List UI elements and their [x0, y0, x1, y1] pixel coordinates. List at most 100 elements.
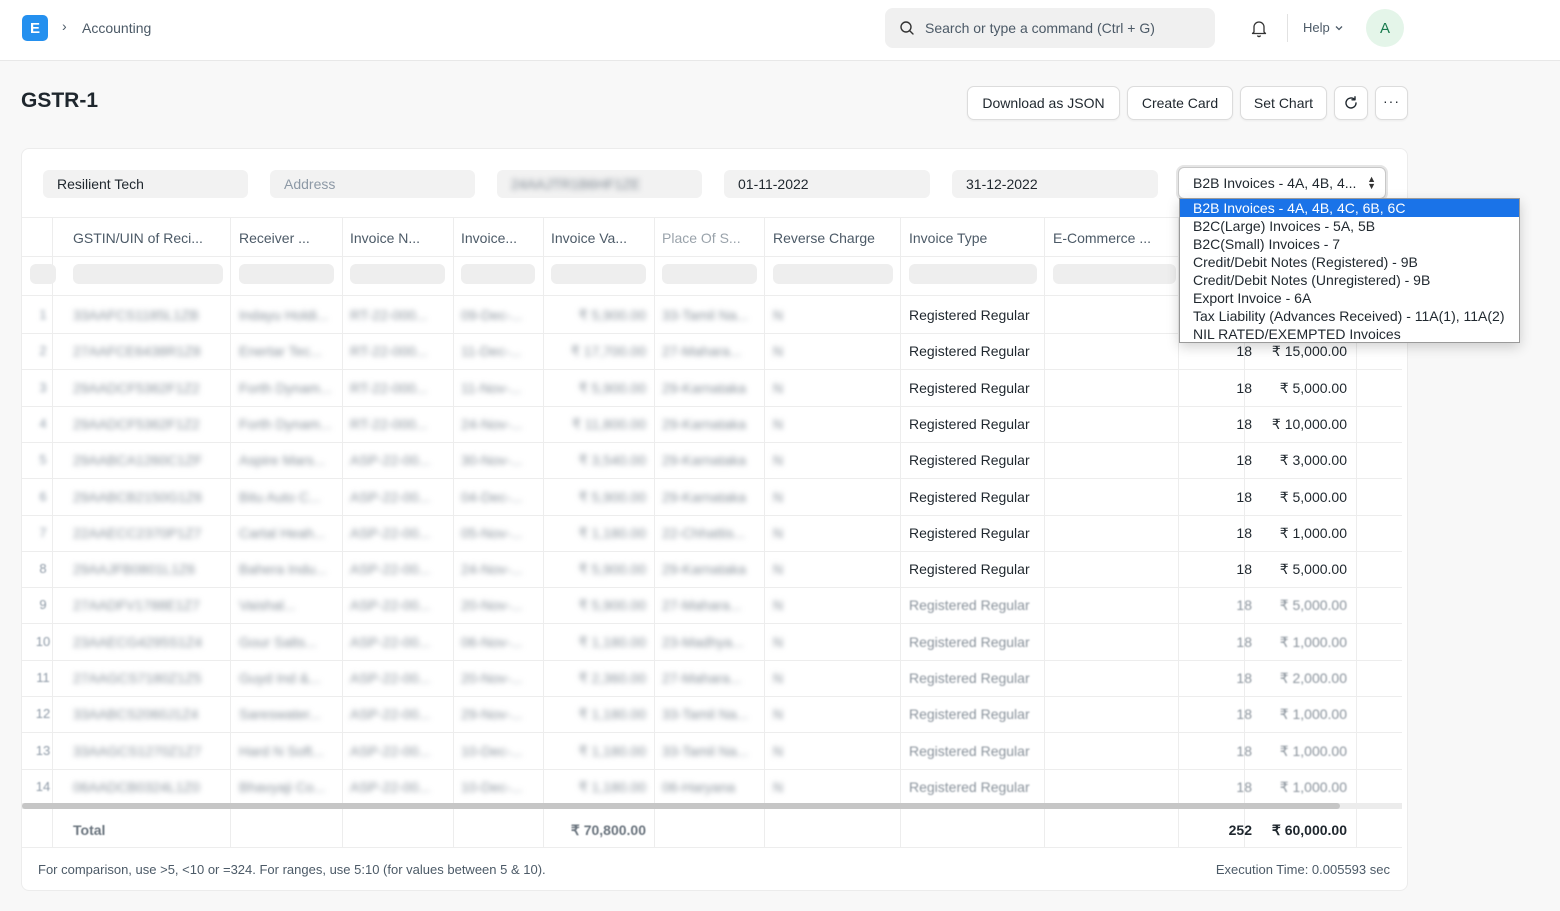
horizontal-scrollbar[interactable] [22, 803, 1340, 809]
cell-invoice-number: RT-22-000... [350, 415, 428, 432]
dropdown-option[interactable]: Credit/Debit Notes (Registered) - 9B [1180, 253, 1519, 271]
cell-place-of-supply: 29-Karnataka [662, 452, 747, 469]
dropdown-option[interactable]: NIL RATED/EXEMPTED Invoices [1180, 325, 1519, 343]
cell-rate: 18 [1236, 415, 1252, 432]
cell-receiver: Indayu Holdi... [239, 307, 329, 323]
table-row[interactable]: 8 29AAJFB0801L1Z6 Bahera Indu... ASP-22-00.… [22, 551, 1407, 587]
dropdown-option[interactable]: Export Invoice - 6A [1180, 289, 1519, 307]
cell-invoice-value: ₹ 5,900.00 [578, 561, 646, 578]
cell-taxable-value: ₹ 1,000.00 [1279, 778, 1347, 795]
cell-invoice-number: ASP-22-00... [350, 488, 431, 505]
column-header-reverse-charge[interactable]: Reverse Charge [773, 230, 875, 246]
cell-invoice-type: Registered Regular [909, 742, 1030, 759]
column-header-invoice-type[interactable]: Invoice Type [909, 230, 987, 246]
table-row[interactable]: 11 27AAGCS7180Z1Z5 Guyd Ind &... ASP-22-00.… [22, 660, 1407, 696]
cell-receiver: Forth Dynam... [239, 415, 332, 432]
company-filter[interactable]: Resilient Tech [43, 170, 248, 198]
from-date-filter[interactable]: 01-11-2022 [724, 170, 930, 198]
table-row[interactable]: 7 22AAECC2370P1Z7 Cartal Heah... ASP-22-00.… [22, 515, 1407, 551]
column-header-invoice-date[interactable]: Invoice... [461, 230, 517, 246]
cell-gstin: 27AAFCE6438R1Z8 [73, 343, 201, 360]
cell-rate: 18 [1236, 742, 1252, 759]
cell-invoice-type: Registered Regular [909, 343, 1030, 360]
cell-invoice-type: Registered Regular [909, 670, 1030, 686]
cell-place-of-supply: 29-Karnataka [662, 561, 747, 578]
more-actions-button[interactable]: ··· [1375, 86, 1408, 120]
cell-gstin: 29AADCF5362F1Z2 [73, 415, 200, 432]
cell-rate: 18 [1236, 670, 1252, 686]
cell-place-of-supply: 06-Haryana [662, 778, 736, 795]
type-of-business-select[interactable]: B2B Invoices - 4A, 4B, 4... ▲ ▼ [1178, 167, 1386, 199]
search-icon [900, 21, 914, 35]
address-filter[interactable]: Address [270, 170, 475, 198]
breadcrumb-accounting[interactable]: Accounting [82, 20, 151, 36]
column-filter-receiver[interactable] [239, 264, 334, 284]
table-row[interactable]: 10 23AAECG4295S1Z4 Gour Salts... ASP-22-00.… [22, 624, 1407, 660]
column-filter-invoice-date[interactable] [461, 264, 535, 284]
cell-invoice-number: ASP-22-00... [350, 742, 431, 759]
cell-invoice-number: ASP-22-00... [350, 597, 431, 614]
column-header-place-of-supply[interactable]: Place Of S... [662, 230, 741, 246]
column-filter-invoice-number[interactable] [350, 264, 445, 284]
dropdown-option[interactable]: B2C(Large) Invoices - 5A, 5B [1180, 217, 1519, 235]
help-menu[interactable]: Help [1303, 20, 1344, 35]
column-header-invoice-value[interactable]: Invoice Va... [551, 230, 627, 246]
gstin-filter[interactable]: 24AAJTR1B6HF1ZE [497, 170, 702, 198]
cell-receiver: Sareswater... [239, 706, 321, 723]
cell-gstin: 29AABCA1260C1ZF [73, 452, 203, 469]
row-number: 7 [39, 524, 47, 540]
user-avatar[interactable]: A [1366, 9, 1404, 47]
create-card-button[interactable]: Create Card [1127, 86, 1233, 120]
column-filter-reverse-charge[interactable] [773, 264, 893, 284]
cell-gstin: 27AADFV1788E1Z7 [73, 597, 200, 614]
grid-line [22, 847, 1402, 848]
cell-invoice-value: ₹ 5,900.00 [578, 488, 646, 505]
column-header-gstin[interactable]: GSTIN/UIN of Reci... [73, 230, 203, 246]
column-header-receiver[interactable]: Receiver ... [239, 230, 310, 246]
cell-taxable-value: ₹ 1,000.00 [1279, 742, 1347, 759]
column-filter-invoice-type[interactable] [909, 264, 1037, 284]
table-row[interactable]: 13 33AAGCS1270Z1Z7 Hard N Soft... ASP-22-00… [22, 733, 1407, 769]
cell-invoice-type: Registered Regular [909, 524, 1030, 541]
dropdown-option[interactable]: Tax Liability (Advances Received) - 11A(… [1180, 307, 1519, 325]
cell-gstin: 33AAFCS1185L1ZB [73, 307, 199, 323]
app-logo[interactable]: E [22, 15, 48, 41]
set-chart-button[interactable]: Set Chart [1240, 86, 1327, 120]
dropdown-option[interactable]: B2B Invoices - 4A, 4B, 4C, 6B, 6C [1180, 199, 1519, 217]
table-row[interactable]: 14 06AADCB0324L1Z0 Bhavyaji Co... ASP-22-00… [22, 769, 1407, 805]
cell-receiver: Enertar Tec... [239, 343, 323, 360]
search-bar[interactable]: Search or type a command (Ctrl + G) [885, 8, 1215, 48]
total-label: Total [73, 822, 106, 838]
column-filter-gstin[interactable] [73, 264, 223, 284]
notification-bell-icon[interactable] [1249, 18, 1269, 38]
cell-place-of-supply: 27-Mahara... [662, 670, 742, 686]
refresh-button[interactable] [1334, 86, 1368, 120]
column-filter-invoice-value[interactable] [551, 264, 646, 284]
column-header-invoice-number[interactable]: Invoice N... [350, 230, 420, 246]
table-row[interactable]: 3 29AADCF5362F1Z2 Forth Dynam... RT-22-000.… [22, 370, 1407, 406]
table-row[interactable]: 5 29AABCA1260C1ZF Aspire Mars... ASP-22-00.… [22, 442, 1407, 478]
table-row[interactable]: 6 29AABCB2150G1Z6 Bitu Auto C... ASP-22-00.… [22, 479, 1407, 515]
cell-taxable-value: ₹ 1,000.00 [1279, 706, 1347, 723]
cell-receiver: Bahera Indu... [239, 561, 327, 578]
dropdown-option[interactable]: B2C(Small) Invoices - 7 [1180, 235, 1519, 253]
column-filter-ecommerce[interactable] [1053, 264, 1176, 284]
dropdown-option[interactable]: Credit/Debit Notes (Unregistered) - 9B [1180, 271, 1519, 289]
to-date-filter[interactable]: 31-12-2022 [952, 170, 1158, 198]
cell-reverse-charge: N [773, 597, 784, 614]
table-row[interactable]: 12 33AABCS2060J1Z4 Sareswater... ASP-22-00.… [22, 696, 1407, 732]
cell-rate: 18 [1236, 778, 1252, 795]
cell-gstin: 06AADCB0324L1Z0 [73, 778, 200, 795]
column-header-ecommerce[interactable]: E-Commerce ... [1053, 230, 1151, 246]
cell-rate: 18 [1236, 343, 1252, 360]
table-row[interactable]: 9 27AADFV1788E1Z7 Vaishal... ASP-22-00... 20… [22, 587, 1407, 623]
cell-invoice-value: ₹ 1,180.00 [578, 742, 646, 759]
table-row[interactable]: 4 29AADCF5362F1Z2 Forth Dynam... RT-22-000.… [22, 406, 1407, 442]
cell-rate: 18 [1236, 597, 1252, 614]
column-filter-place-of-supply[interactable] [662, 264, 757, 284]
cell-invoice-type: Registered Regular [909, 415, 1030, 432]
execution-time: Execution Time: 0.005593 sec [1215, 862, 1390, 877]
cell-place-of-supply: 33-Tamil Na... [662, 706, 749, 723]
download-json-button[interactable]: Download as JSON [967, 86, 1120, 120]
cell-taxable-value: ₹ 3,000.00 [1279, 452, 1347, 469]
